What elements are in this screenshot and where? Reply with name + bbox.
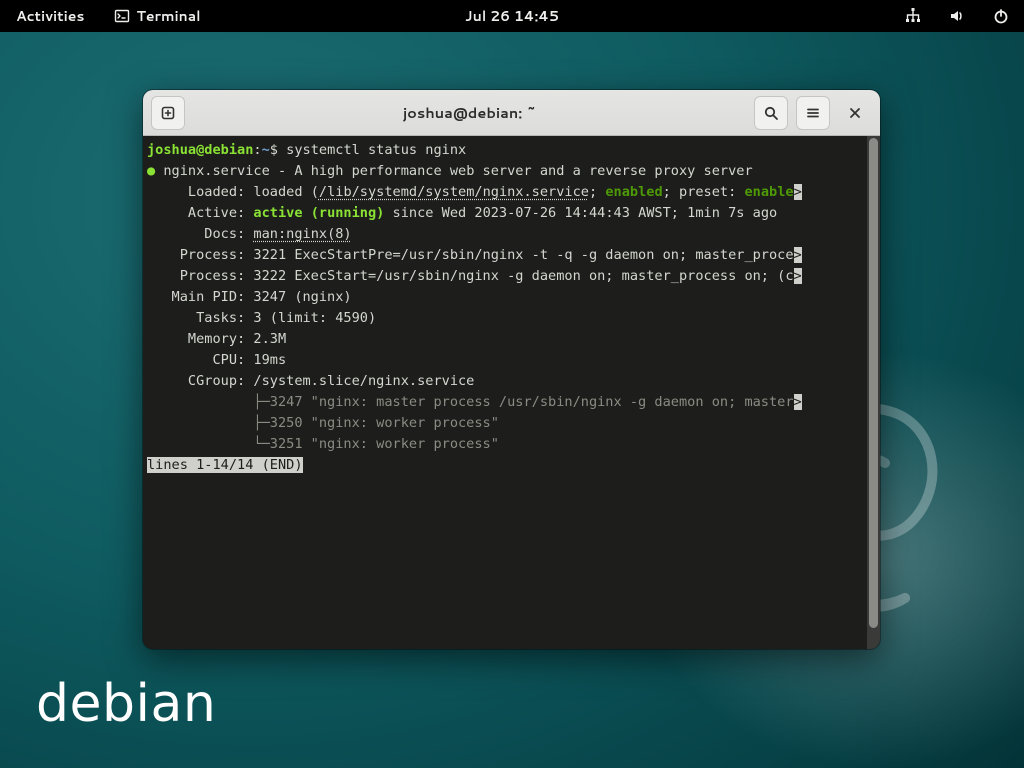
window-title: joshua@debian: ~ <box>193 102 746 123</box>
service-bullet-icon: ● <box>147 163 163 179</box>
activities-button[interactable]: Activities <box>10 2 90 30</box>
scrollbar-thumb[interactable] <box>869 138 878 628</box>
process-2: Process: 3222 ExecStart=/usr/sbin/nginx … <box>147 268 794 284</box>
hamburger-menu-button[interactable] <box>796 96 830 130</box>
volume-status-icon[interactable] <box>944 3 970 29</box>
terminal-icon <box>114 8 130 24</box>
terminal-scrollbar[interactable] <box>867 136 880 649</box>
loaded-text-b: ; <box>589 184 605 200</box>
truncation-marker-icon: > <box>794 268 802 284</box>
terminal-output[interactable]: joshua@debian:~$ systemctl status nginx … <box>143 136 867 649</box>
docs-label: Docs: <box>147 226 253 242</box>
prompt-sep: : <box>253 142 261 158</box>
prompt-userhost: joshua@debian <box>147 142 253 158</box>
loaded-unit-path: /lib/systemd/system/nginx.service <box>319 184 589 200</box>
window-titlebar[interactable]: joshua@debian: ~ <box>143 90 880 136</box>
cgroup-tree-2: ├─3250 "nginx: worker process" <box>147 415 499 431</box>
cpu: CPU: 19ms <box>147 352 286 368</box>
pager-status: lines 1-14/14 (END) <box>147 457 303 473</box>
close-button[interactable] <box>838 96 872 130</box>
active-state: active (running) <box>253 205 384 221</box>
process-1: Process: 3221 ExecStartPre=/usr/sbin/ngi… <box>147 247 794 263</box>
new-tab-button[interactable] <box>151 96 185 130</box>
app-menu-label: Terminal <box>136 6 200 26</box>
debian-wordmark: debian <box>36 674 216 734</box>
enabled-1: enabled <box>605 184 662 200</box>
search-button[interactable] <box>754 96 788 130</box>
tasks: Tasks: 3 (limit: 4590) <box>147 310 376 326</box>
loaded-text-a: loaded ( <box>253 184 318 200</box>
network-status-icon[interactable] <box>900 3 926 29</box>
main-pid: Main PID: 3247 (nginx) <box>147 289 352 305</box>
prompt-sigil: $ <box>270 142 286 158</box>
memory: Memory: 2.3M <box>147 331 286 347</box>
cgroup-tree-1: ├─3247 "nginx: master process /usr/sbin/… <box>147 394 794 410</box>
prompt-command: systemctl status nginx <box>286 142 466 158</box>
docs-link: man:nginx(8) <box>253 226 351 242</box>
terminal-window: joshua@debian: ~ joshua@debian:~$ syste <box>143 90 880 649</box>
active-label: Active: <box>147 205 253 221</box>
enabled-2: enable <box>744 184 793 200</box>
activities-label: Activities <box>16 6 84 26</box>
prompt-cwd: ~ <box>262 142 270 158</box>
power-status-icon[interactable] <box>988 3 1014 29</box>
cgroup: CGroup: /system.slice/nginx.service <box>147 373 474 389</box>
active-tail: since Wed 2023-07-26 14:44:43 AWST; 1min… <box>384 205 777 221</box>
cgroup-tree-3: └─3251 "nginx: worker process" <box>147 436 499 452</box>
truncation-marker-icon: > <box>794 394 802 410</box>
truncation-marker-icon: > <box>794 247 802 263</box>
clock-label: Jul 26 14:45 <box>465 6 559 26</box>
gnome-topbar: Activities Terminal Jul 26 14:45 <box>0 0 1024 32</box>
service-name: nginx.service - A high performance web s… <box>163 163 752 179</box>
clock-button[interactable]: Jul 26 14:45 <box>459 2 565 30</box>
loaded-text-c: ; preset: <box>663 184 745 200</box>
loaded-label: Loaded: <box>147 184 253 200</box>
truncation-marker-icon: > <box>794 184 802 200</box>
app-menu-button[interactable]: Terminal <box>108 2 206 30</box>
